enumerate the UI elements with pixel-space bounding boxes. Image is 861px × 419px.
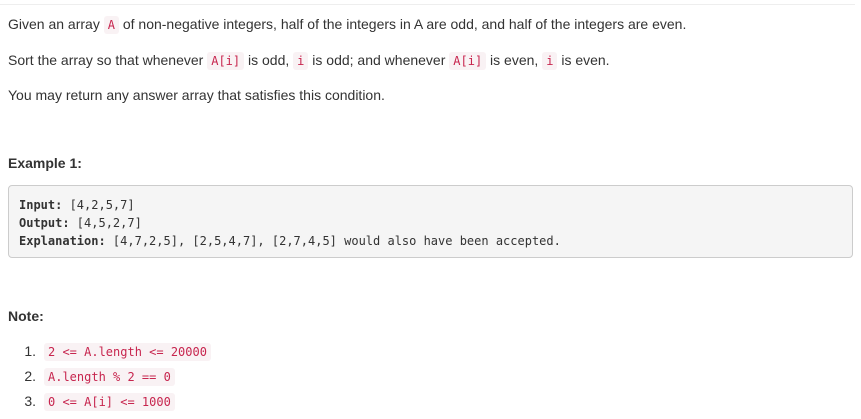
- inline-code: A[i]: [449, 52, 487, 70]
- example-input-line: Input: [4,2,5,7]: [19, 196, 842, 214]
- example-explanation-line: Explanation: [4,7,2,5], [2,5,4,7], [2,7,…: [19, 232, 842, 250]
- note-constraint-code: 2 <= A.length <= 20000: [44, 343, 211, 361]
- top-divider: [0, 4, 855, 5]
- example-explanation-value: [4,7,2,5], [2,5,4,7], [2,7,4,5] would al…: [105, 234, 561, 248]
- intro-paragraph-3: You may return any answer array that sat…: [8, 87, 385, 103]
- intro-text: is even.: [557, 52, 610, 68]
- note-list-item: 2. A.length % 2 == 0: [8, 364, 211, 389]
- note-list-item: 1. 2 <= A.length <= 20000: [8, 339, 211, 364]
- example-input-value: [4,2,5,7]: [62, 198, 135, 212]
- intro-paragraph-2: Sort the array so that whenever A[i] is …: [8, 50, 610, 71]
- note-heading: Note:: [8, 308, 44, 324]
- inline-code: i: [542, 52, 558, 70]
- example-output-value: [4,5,2,7]: [69, 216, 142, 230]
- example-output-key: Output:: [19, 216, 70, 230]
- example-code-block: Input: [4,2,5,7] Output: [4,5,2,7] Expla…: [8, 185, 853, 258]
- note-item-number: 1.: [24, 343, 36, 359]
- inline-code: A: [103, 16, 119, 34]
- intro-text: is even,: [486, 52, 543, 68]
- intro-text: Given an array: [8, 16, 104, 32]
- intro-text: is odd; and whenever: [308, 52, 450, 68]
- example-explanation-key: Explanation:: [19, 234, 106, 248]
- note-list-item: 3. 0 <= A[i] <= 1000: [8, 389, 211, 414]
- example-output-line: Output: [4,5,2,7]: [19, 214, 842, 232]
- note-list: 1. 2 <= A.length <= 20000 2. A.length % 2 …: [8, 339, 211, 414]
- intro-text: of non-negative integers, half of the in…: [118, 16, 687, 32]
- inline-code: i: [293, 52, 309, 70]
- intro-text: Sort the array so that whenever: [8, 52, 208, 68]
- note-item-number: 2.: [24, 368, 36, 384]
- note-constraint-code: A.length % 2 == 0: [44, 368, 175, 386]
- note-constraint-code: 0 <= A[i] <= 1000: [44, 393, 175, 411]
- inline-code: A[i]: [207, 52, 245, 70]
- intro-paragraph-1: Given an array A of non-negative integer…: [8, 14, 686, 35]
- note-item-number: 3.: [24, 393, 36, 409]
- example-input-key: Input:: [19, 198, 63, 212]
- example-heading: Example 1:: [8, 155, 82, 171]
- intro-text: is odd,: [244, 52, 294, 68]
